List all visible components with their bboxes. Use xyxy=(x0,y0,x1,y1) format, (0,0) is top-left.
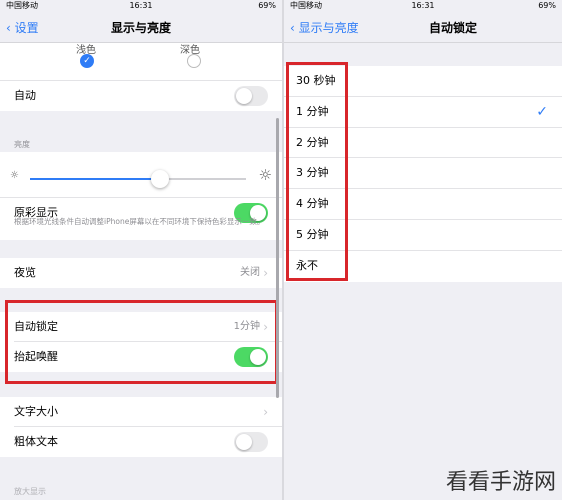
toggle-knob xyxy=(236,88,252,104)
chevron-right-icon: › xyxy=(263,405,268,419)
slider-fill xyxy=(30,178,160,180)
status-bar: 中国移动 16:31 69% xyxy=(284,0,562,12)
night-shift-label: 夜览 xyxy=(14,266,36,279)
nav-bar: ‹ 设置 显示与亮度 xyxy=(0,12,282,43)
text-group: 文字大小 › 粗体文本 xyxy=(0,397,282,457)
slider-knob[interactable] xyxy=(150,170,169,188)
auto-row: 自动 xyxy=(0,81,282,111)
auto-toggle[interactable] xyxy=(234,86,268,106)
page-title: 自动锁定 xyxy=(428,21,477,35)
bold-text-toggle[interactable] xyxy=(234,432,268,452)
display-zoom-header: 放大显示 xyxy=(14,487,46,496)
night-shift-value: 关闭 xyxy=(240,267,260,278)
status-time: 16:31 xyxy=(129,1,153,10)
scrollbar[interactable] xyxy=(276,118,279,398)
night-shift-group: 夜览 关闭 › xyxy=(0,258,282,288)
checkmark-icon: ✓ xyxy=(536,103,548,120)
highlight-box xyxy=(286,62,348,281)
highlight-box xyxy=(5,300,278,384)
true-tone-description: 根据环境光线条件自动调整iPhone屏幕以在不同环境下保持色彩显示一致。 xyxy=(14,217,265,226)
appearance-group: 浅色 深色 ✓ 自动 xyxy=(0,43,282,111)
brightness-header: 亮度 xyxy=(14,140,30,149)
chevron-right-icon: › xyxy=(263,266,268,280)
watermark: 看看手游网 xyxy=(445,470,556,495)
status-time: 16:31 xyxy=(411,1,435,10)
sun-large-icon: ☼ xyxy=(258,166,272,184)
empty-circle-icon[interactable] xyxy=(187,54,201,68)
page-title: 显示与亮度 xyxy=(110,21,171,35)
brightness-slider[interactable] xyxy=(30,170,246,188)
text-size-row[interactable]: 文字大小 › xyxy=(0,397,282,427)
display-brightness-screen: 中国移动 16:31 69% ‹ 设置 显示与亮度 浅色 深色 ✓ 自动 亮度 … xyxy=(0,0,282,500)
battery-label: 69% xyxy=(538,1,556,10)
night-shift-row[interactable]: 夜览 关闭 › xyxy=(0,258,282,288)
text-size-label: 文字大小 xyxy=(14,405,58,418)
status-bar: 中国移动 16:31 69% xyxy=(0,0,282,12)
nav-bar: ‹ 显示与亮度 自动锁定 xyxy=(284,12,562,43)
auto-lock-screen: 中国移动 16:31 69% ‹ 显示与亮度 自动锁定 30 秒钟 1 分钟 ✓ 2 … xyxy=(284,0,562,500)
battery-label: 69% xyxy=(258,1,276,10)
sun-small-icon: ☼ xyxy=(10,170,19,181)
checkmark-circle-icon[interactable]: ✓ xyxy=(80,54,94,68)
toggle-knob xyxy=(236,434,252,450)
bold-text-label: 粗体文本 xyxy=(14,435,58,448)
auto-label: 自动 xyxy=(14,89,36,102)
bold-text-row: 粗体文本 xyxy=(0,427,282,457)
